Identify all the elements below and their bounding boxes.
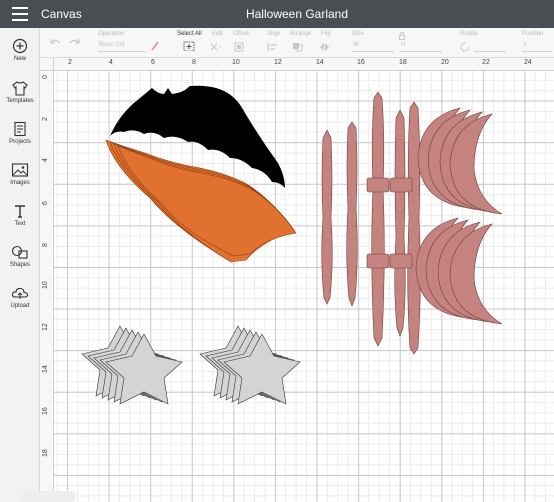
offset-label: Offset: [233, 31, 249, 37]
sidebar-item-label: Templates: [6, 98, 34, 104]
sidebar-item-text[interactable]: Text: [0, 203, 40, 227]
pink-strips[interactable]: [321, 91, 421, 355]
pink-moons[interactable]: [415, 107, 503, 325]
sidebar-item-label: Images: [10, 180, 30, 186]
sidebar-item-label: New: [13, 56, 26, 62]
sidebar-item-images[interactable]: Images: [0, 162, 40, 186]
design-canvas[interactable]: 2 4 6 8 10 12 14 16 18 20 22 24 0 2 4 6 …: [40, 58, 554, 502]
sidebar: New Templates Projects Images Text Shape…: [0, 28, 40, 502]
rotate-input[interactable]: [474, 42, 506, 52]
text-icon: [15, 205, 25, 218]
sidebar-item-label: Upload: [10, 303, 30, 309]
select-all-icon[interactable]: [183, 41, 195, 51]
offset-icon[interactable]: [234, 42, 246, 52]
edit-label: Edit: [212, 31, 223, 37]
star-stack-left[interactable]: [81, 325, 183, 405]
top-bar: Canvas Halloween Garland: [0, 0, 554, 28]
arrange-icon[interactable]: [292, 42, 304, 52]
sidebar-item-projects[interactable]: Projects: [0, 121, 40, 145]
position-x-input[interactable]: X: [522, 42, 552, 52]
shapes-icon: [11, 245, 28, 259]
width-input[interactable]: W: [352, 42, 394, 52]
upload-cloud-icon: [11, 287, 29, 299]
lock-icon[interactable]: [398, 32, 410, 42]
canvas-artwork: [81, 85, 503, 405]
flip-icon[interactable]: [319, 42, 331, 52]
height-input[interactable]: H: [400, 42, 442, 52]
arrange-label: Arrange: [290, 31, 312, 37]
align-label: Align: [267, 31, 281, 37]
align-icon[interactable]: [267, 42, 279, 52]
operation-label: Operation: [98, 31, 125, 37]
sidebar-item-shapes[interactable]: Shapes: [0, 244, 40, 268]
plus-circle-icon: [12, 38, 28, 54]
project-title: Halloween Garland: [245, 7, 349, 21]
rotate-icon[interactable]: [460, 42, 472, 52]
sidebar-item-label: Projects: [9, 139, 31, 145]
sidebar-item-label: Shapes: [9, 262, 31, 268]
sidebar-item-upload[interactable]: Upload: [0, 285, 40, 309]
size-label: Size: [352, 31, 364, 37]
tshirt-icon: [12, 81, 28, 96]
sidebar-item-new[interactable]: New: [0, 38, 40, 62]
sidebar-item-templates[interactable]: Templates: [0, 80, 40, 104]
operation-select[interactable]: Basic Cut: [98, 42, 146, 52]
zoom-control[interactable]: [20, 491, 76, 502]
image-icon: [11, 163, 29, 177]
edit-icon[interactable]: [209, 42, 221, 52]
sidebar-item-label: Text: [14, 221, 26, 227]
select-all-label: Select All: [177, 31, 202, 37]
undo-icon[interactable]: [48, 38, 60, 48]
projects-icon: [14, 121, 26, 137]
toolbar: Operation Basic Cut Select All Edit Offs…: [40, 28, 554, 58]
flip-label: Flip: [321, 31, 331, 37]
position-label: Position: [522, 31, 544, 37]
pen-icon[interactable]: [150, 40, 162, 50]
redo-icon[interactable]: [68, 38, 80, 48]
rotate-label: Rotate: [460, 31, 478, 37]
star-stack-right[interactable]: [199, 325, 301, 405]
